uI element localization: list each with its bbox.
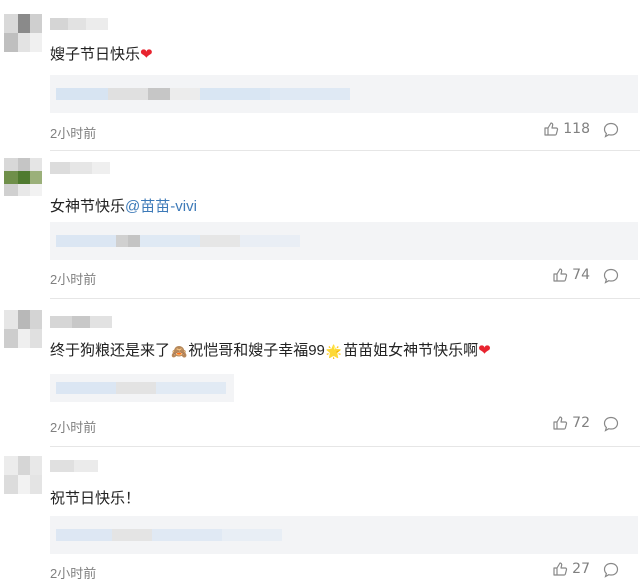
like-button[interactable]: 27 [552, 561, 590, 577]
reply-preview[interactable] [50, 75, 638, 113]
comment-text: 终于狗粮还是来了🙈祝恺哥和嫂子幸福99🌟苗苗姐女神节快乐啊❤ [50, 340, 491, 363]
comment-item: 女神节快乐@苗苗-vivi 2小时前 74 [0, 150, 640, 298]
thumbs-up-icon [552, 267, 568, 283]
avatar[interactable] [4, 14, 42, 52]
like-count: 74 [572, 267, 590, 283]
comment-time: 2小时前 [50, 566, 97, 581]
monkey-emoji-icon: 🙈 [171, 344, 188, 359]
username[interactable] [50, 18, 110, 30]
like-button[interactable]: 72 [552, 415, 590, 431]
reply-preview[interactable] [50, 374, 234, 402]
avatar[interactable] [4, 456, 42, 494]
comment-text: 女神节快乐@苗苗-vivi [50, 198, 197, 215]
comment-time: 2小时前 [50, 126, 97, 141]
star-emoji-icon: 🌟 [325, 344, 343, 359]
comment-text: 嫂子节日快乐❤ [50, 46, 153, 63]
heart-icon: ❤ [140, 46, 153, 63]
comment-bubble-icon[interactable] [602, 267, 620, 285]
username[interactable] [50, 162, 110, 174]
reply-preview[interactable] [50, 222, 638, 260]
like-button[interactable]: 118 [543, 121, 590, 137]
mention-link[interactable]: @苗苗-vivi [125, 198, 197, 215]
reply-preview[interactable] [50, 516, 638, 554]
comment-item: 嫂子节日快乐❤ 2小时前 118 [0, 0, 640, 150]
heart-icon: ❤ [478, 342, 491, 359]
thumbs-up-icon [552, 415, 568, 431]
username[interactable] [50, 460, 100, 472]
comment-time: 2小时前 [50, 420, 97, 435]
thumbs-up-icon [552, 561, 568, 577]
like-count: 72 [572, 415, 590, 431]
comment-bubble-icon[interactable] [602, 561, 620, 579]
like-count: 27 [572, 561, 590, 577]
comment-bubble-icon[interactable] [602, 415, 620, 433]
like-button[interactable]: 74 [552, 267, 590, 283]
like-count: 118 [563, 121, 590, 137]
username[interactable] [50, 316, 112, 328]
comment-item: 终于狗粮还是来了🙈祝恺哥和嫂子幸福99🌟苗苗姐女神节快乐啊❤ 2小时前 72 [0, 298, 640, 446]
comment-item: 祝节日快乐！ 2小时前 27 [0, 446, 640, 581]
thumbs-up-icon [543, 121, 559, 137]
comment-bubble-icon[interactable] [602, 121, 620, 139]
comment-text: 祝节日快乐！ [50, 490, 141, 507]
avatar[interactable] [4, 158, 42, 196]
comment-time: 2小时前 [50, 272, 97, 287]
avatar[interactable] [4, 310, 42, 348]
